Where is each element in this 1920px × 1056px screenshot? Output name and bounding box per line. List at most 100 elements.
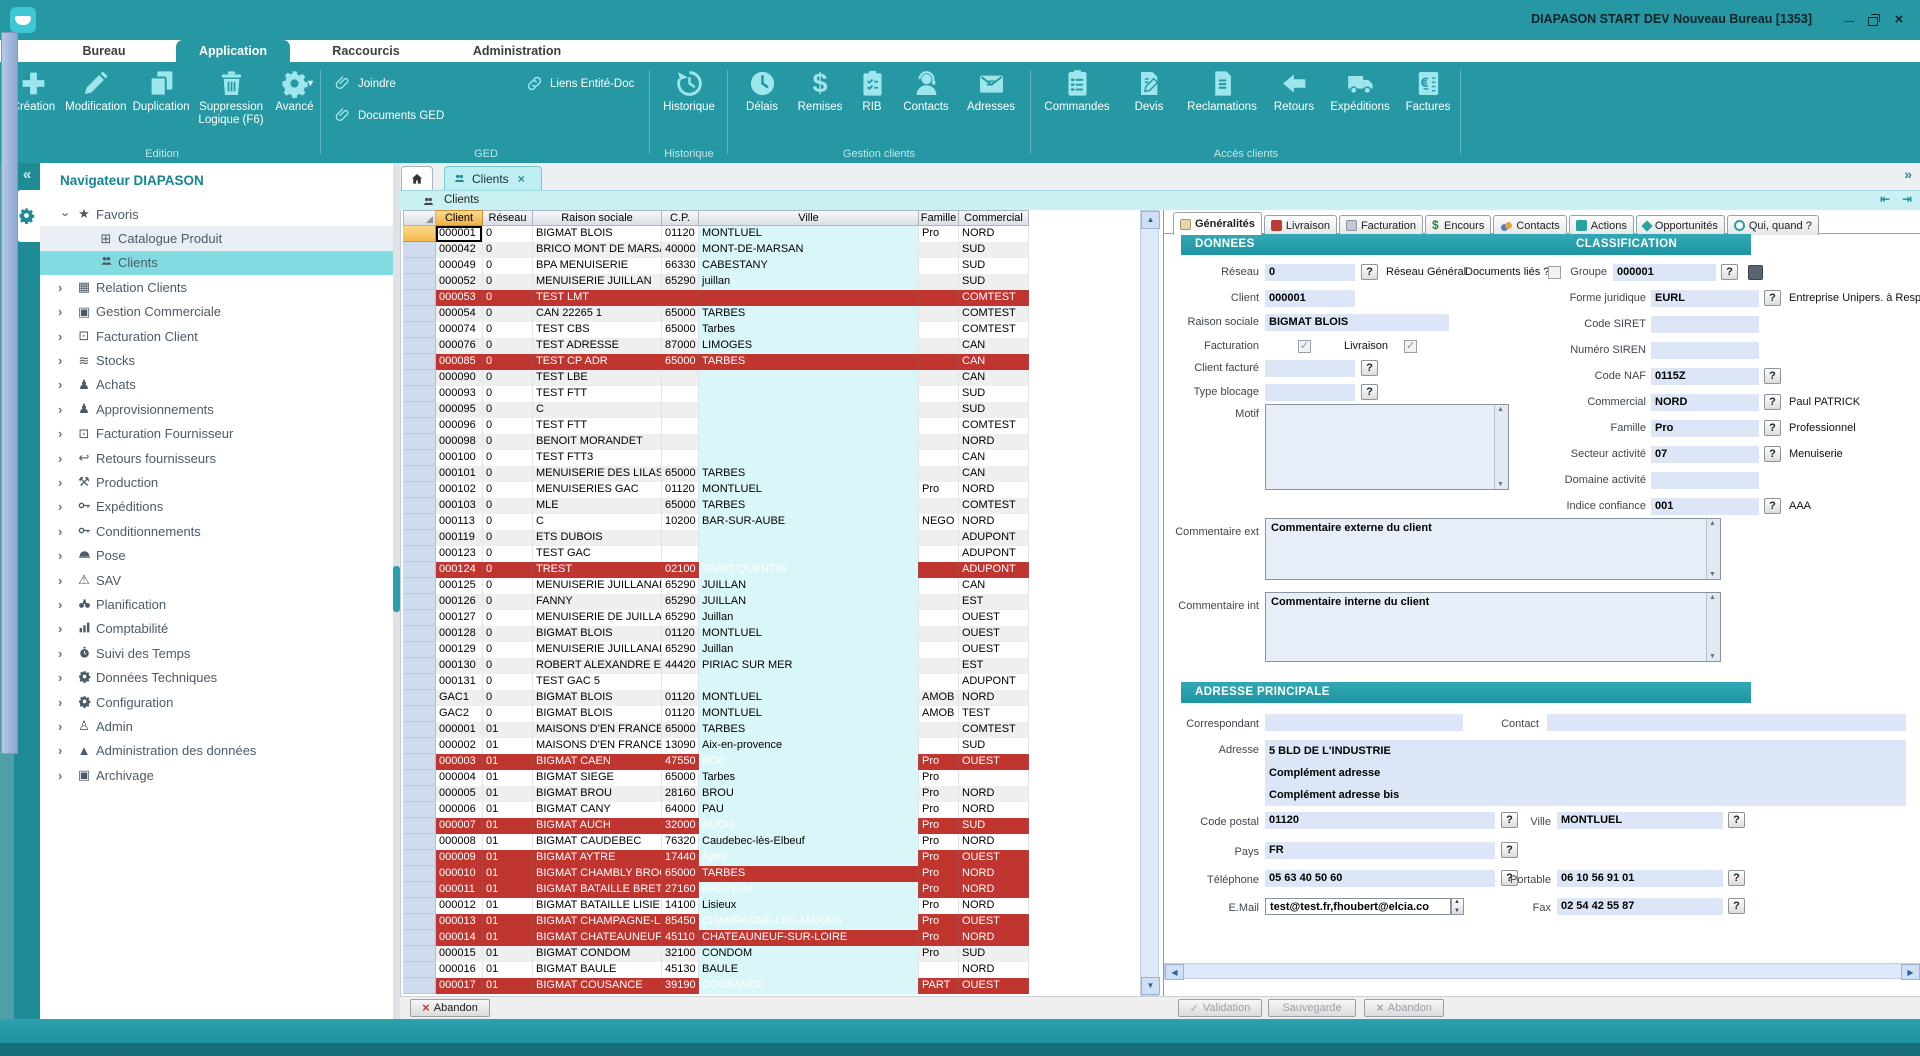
cell[interactable]: 000096 [436,418,483,434]
cell[interactable]: 000052 [436,274,483,290]
cell[interactable]: 000016 [436,962,483,978]
cell[interactable]: TEST GAC 5 [533,674,662,690]
scrollbar-thumb[interactable] [1,32,18,754]
expeditions-button[interactable]: Expéditions [1323,69,1397,114]
table-row[interactable]: 0001300ROBERT ALEXANDRE EI44420PIRIAC SU… [403,658,1029,674]
cell[interactable]: SUD [959,242,1029,258]
cell[interactable]: BIGMAT BLOIS [533,706,662,722]
close-button[interactable] [1890,11,1908,29]
tab-bureau[interactable]: Bureau [60,40,148,62]
pin-left-icon[interactable]: ⇤ [1880,192,1890,206]
cell[interactable] [919,674,959,690]
cell[interactable]: 01 [483,882,533,898]
sauvegarde-button[interactable]: Sauvegarde [1268,999,1356,1017]
chevron-icon[interactable]: › [58,719,74,734]
cell[interactable]: C [533,514,662,530]
table-row[interactable]: 0000760TEST ADRESSE87000LIMOGESCAN [403,338,1029,354]
cell[interactable]: NEGO [919,514,959,530]
cell[interactable]: 0 [483,466,533,482]
cell[interactable]: NORD [959,226,1029,242]
adresses-button[interactable]: Adresses [959,69,1023,114]
motif-textarea[interactable] [1265,404,1509,490]
cell[interactable]: 0 [483,674,533,690]
chevron-icon[interactable]: › [58,304,74,319]
table-row[interactable]: 00001301BIGMAT CHAMPAGNE-LE85450CHAMPAGN… [403,914,1029,930]
cell[interactable]: CHATEAUNEUF-SUR-LOIRE [699,930,919,946]
cell[interactable]: 01 [483,754,533,770]
table-row[interactable]: 0000490BPA MENUISERIE66330CABESTANYSUD [403,258,1029,274]
cell[interactable]: 0 [483,706,533,722]
sidebar-item[interactable]: ›♟Approvisionnements [40,397,393,421]
panel-tab[interactable]: Qui, quand ? [1727,215,1819,235]
cell[interactable]: 32000 [662,818,699,834]
cell[interactable]: MENUISERIE DES LILAS [533,466,662,482]
cell[interactable]: 01 [483,722,533,738]
domaine-input[interactable] [1651,472,1759,489]
cell[interactable] [662,290,699,306]
cell[interactable]: SUD [959,274,1029,290]
sidebar-item[interactable]: ›♟Achats [40,373,393,397]
column-header[interactable]: Client [436,210,483,226]
cell[interactable]: COUSANCE [699,978,919,994]
cell[interactable]: 000001 [436,226,483,242]
cell[interactable] [662,674,699,690]
cell[interactable]: ADUPONT [959,530,1029,546]
cell[interactable]: TARBES [699,466,919,482]
sidebar-item[interactable]: ›Expéditions [40,495,393,519]
cell[interactable]: BIGMAT CONDOM [533,946,662,962]
table-row[interactable]: 00001001BIGMAT CHAMBLY BROC65000TARBESPr… [403,866,1029,882]
table-row[interactable]: 00000101MAISONS D'EN FRANCE65000TARBESCO… [403,722,1029,738]
numero-siren-input[interactable] [1651,342,1759,359]
sidebar-item[interactable]: ›⊡Facturation Client [40,324,393,348]
sidebar-item[interactable]: ›⚒Production [40,470,393,494]
cell[interactable]: SUD [959,818,1029,834]
cell[interactable]: Aix-en-provence [699,738,919,754]
cell[interactable]: 0 [483,338,533,354]
panel-tab[interactable]: Généralités [1173,212,1262,235]
cell[interactable]: 0 [483,594,533,610]
cell[interactable]: 65000 [662,322,699,338]
cell[interactable]: COMTEST [959,290,1029,306]
table-row[interactable]: 00001501BIGMAT CONDOM32100CONDOMProSUD [403,946,1029,962]
cell[interactable]: BAULE [699,962,919,978]
cell[interactable]: COMTEST [959,306,1029,322]
cell[interactable]: 000017 [436,978,483,994]
sidebar-item[interactable]: ›Conditionnements [40,519,393,543]
commentaire-int-textarea[interactable]: Commentaire interne du client [1265,592,1721,662]
sidebar-item[interactable]: ›↩Retours fournisseurs [40,446,393,470]
cell[interactable]: 000085 [436,354,483,370]
cell[interactable]: MAISONS D'EN FRANCE [533,722,662,738]
sidebar-item[interactable]: ⊞Catalogue Produit [40,226,393,250]
table-row[interactable]: 00000901BIGMAT AYTRE17440AytreProOUEST [403,850,1029,866]
commercial-input[interactable]: NORD [1651,394,1759,411]
cell[interactable]: PAU [699,802,919,818]
cell[interactable] [959,770,1029,786]
cell[interactable]: NORD [959,834,1029,850]
cell[interactable] [919,370,959,386]
cell[interactable]: JUILLAN [699,594,919,610]
chevron-icon[interactable]: › [58,426,74,441]
cell[interactable]: 000126 [436,594,483,610]
chevron-icon[interactable]: › [58,646,74,661]
column-header[interactable]: Réseau [483,210,533,226]
code-naf-input[interactable]: 0115Z [1651,368,1759,385]
cell[interactable]: 000003 [436,754,483,770]
horizontal-scrollbar[interactable] [1164,963,1920,979]
livraison-checkbox[interactable] [1404,340,1417,353]
row-selector[interactable] [403,546,436,562]
sidebar-item[interactable]: ›Configuration [40,690,393,714]
cell[interactable] [919,562,959,578]
cell[interactable]: Pro [919,898,959,914]
cell[interactable] [919,610,959,626]
cell[interactable]: 0 [483,578,533,594]
cell[interactable]: 000130 [436,658,483,674]
row-selector[interactable] [403,290,436,306]
cell[interactable]: CAN [959,578,1029,594]
cell[interactable]: 000119 [436,530,483,546]
chevron-icon[interactable]: › [58,548,74,563]
cell[interactable]: 65000 [662,866,699,882]
splitter-grip[interactable] [393,566,400,612]
row-selector[interactable] [403,770,436,786]
cell[interactable]: SUD [959,258,1029,274]
client-facture-input[interactable] [1265,360,1355,377]
